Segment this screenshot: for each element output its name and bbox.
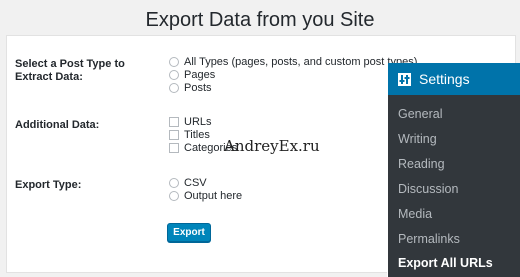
settings-menu-title: Settings [419, 71, 470, 87]
radio-button[interactable] [169, 56, 179, 67]
radio-button[interactable] [169, 177, 179, 188]
settings-menu-header[interactable]: Settings [388, 63, 520, 95]
menu-item-discussion[interactable]: Discussion [398, 182, 458, 196]
export-type-option-csv[interactable]: CSV [169, 176, 207, 189]
checkbox[interactable] [169, 129, 179, 140]
menu-item-export-all-urls[interactable]: Export All URLs [398, 256, 493, 270]
menu-item-permalinks[interactable]: Permalinks [398, 232, 460, 246]
radio-button[interactable] [169, 82, 179, 93]
menu-item-general[interactable]: General [398, 107, 442, 121]
option-label: All Types (pages, posts, and custom post… [184, 55, 418, 68]
settings-menu: Settings General Writing Reading Discuss… [388, 63, 520, 277]
additional-option-titles[interactable]: Titles [169, 128, 210, 141]
post-type-option-all[interactable]: All Types (pages, posts, and custom post… [169, 55, 417, 68]
option-label: Posts [184, 81, 212, 94]
menu-item-writing[interactable]: Writing [398, 132, 437, 146]
page-title: Export Data from you Site [145, 9, 375, 31]
settings-sliders-icon [398, 72, 411, 86]
option-label: CSV [184, 176, 207, 189]
option-label: Titles [184, 128, 210, 141]
checkbox[interactable] [169, 142, 179, 153]
additional-data-label: Additional Data: [15, 119, 100, 131]
additional-option-urls[interactable]: URLs [169, 115, 212, 128]
menu-item-media[interactable]: Media [398, 207, 432, 221]
radio-button[interactable] [169, 69, 179, 80]
radio-button[interactable] [169, 190, 179, 201]
option-label: Pages [184, 68, 216, 81]
checkbox[interactable] [169, 116, 179, 127]
post-type-option-posts[interactable]: Posts [169, 81, 212, 94]
export-button[interactable]: Export [167, 223, 211, 242]
watermark-text: AndreyEx.ru [224, 137, 320, 155]
export-type-option-output[interactable]: Output here [169, 189, 242, 202]
post-type-option-pages[interactable]: Pages [169, 68, 215, 81]
option-label: URLs [184, 115, 212, 128]
menu-item-reading[interactable]: Reading [398, 157, 445, 171]
export-type-label: Export Type: [15, 179, 82, 191]
option-label: Output here [184, 189, 243, 202]
post-type-label: Select a Post Type to Extract Data: [15, 58, 125, 83]
